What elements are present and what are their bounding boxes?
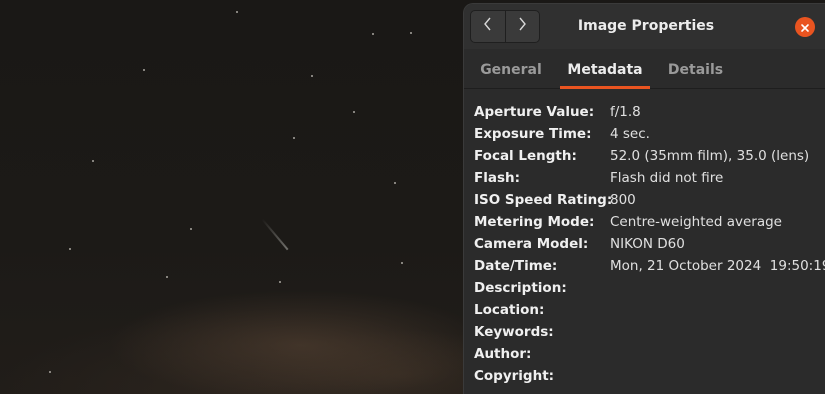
metadata-key: Metering Mode: bbox=[474, 214, 595, 230]
tab-bar: General Metadata Details bbox=[464, 50, 825, 89]
tab-metadata[interactable]: Metadata bbox=[560, 50, 650, 89]
metadata-value: 800 bbox=[610, 192, 636, 208]
star bbox=[401, 262, 403, 264]
metadata-key: Date/Time: bbox=[474, 258, 558, 274]
metadata-key: Keywords: bbox=[474, 324, 554, 340]
close-icon bbox=[800, 18, 810, 37]
metadata-key: Flash: bbox=[474, 170, 521, 186]
star bbox=[394, 182, 396, 184]
metadata-value: Centre-weighted average bbox=[610, 214, 782, 230]
image-properties-dialog: Image Properties General Metadata Detail… bbox=[463, 3, 825, 394]
star bbox=[92, 160, 94, 162]
star bbox=[353, 111, 355, 113]
metadata-key: Aperture Value: bbox=[474, 104, 595, 120]
metadata-key: Author: bbox=[474, 346, 532, 362]
star bbox=[236, 11, 238, 13]
metadata-value: NIKON D60 bbox=[610, 236, 685, 252]
star bbox=[143, 69, 145, 71]
star bbox=[293, 137, 295, 139]
metadata-value: f/1.8 bbox=[610, 104, 641, 120]
tab-general[interactable]: General bbox=[477, 50, 545, 88]
metadata-key: Location: bbox=[474, 302, 545, 318]
star bbox=[410, 32, 412, 34]
chevron-left-icon bbox=[483, 16, 493, 37]
metadata-value: 52.0 (35mm film), 35.0 (lens) bbox=[610, 148, 810, 164]
star bbox=[166, 276, 168, 278]
star bbox=[372, 33, 374, 35]
metadata-key: Copyright: bbox=[474, 368, 555, 384]
star bbox=[69, 248, 71, 250]
metadata-key: ISO Speed Rating: bbox=[474, 192, 613, 208]
metadata-value: 4 sec. bbox=[610, 126, 650, 142]
previous-button[interactable] bbox=[471, 11, 505, 42]
next-button[interactable] bbox=[504, 11, 540, 42]
metadata-key: Description: bbox=[474, 280, 567, 296]
metadata-value: Mon, 21 October 2024 19:50:19 bbox=[610, 258, 825, 274]
metadata-key: Focal Length: bbox=[474, 148, 577, 164]
close-button[interactable] bbox=[795, 17, 815, 37]
star bbox=[311, 75, 313, 77]
metadata-key: Exposure Time: bbox=[474, 126, 592, 142]
dialog-title: Image Properties bbox=[577, 18, 715, 34]
star bbox=[49, 371, 51, 373]
metadata-key: Camera Model: bbox=[474, 236, 589, 252]
header-bar: Image Properties bbox=[464, 4, 825, 49]
tab-details[interactable]: Details bbox=[664, 50, 727, 88]
navigation-buttons bbox=[470, 10, 540, 43]
chevron-right-icon bbox=[517, 16, 527, 37]
comet-streak bbox=[261, 218, 289, 251]
metadata-value: Flash did not fire bbox=[610, 170, 724, 186]
star bbox=[279, 281, 281, 283]
star bbox=[190, 228, 192, 230]
